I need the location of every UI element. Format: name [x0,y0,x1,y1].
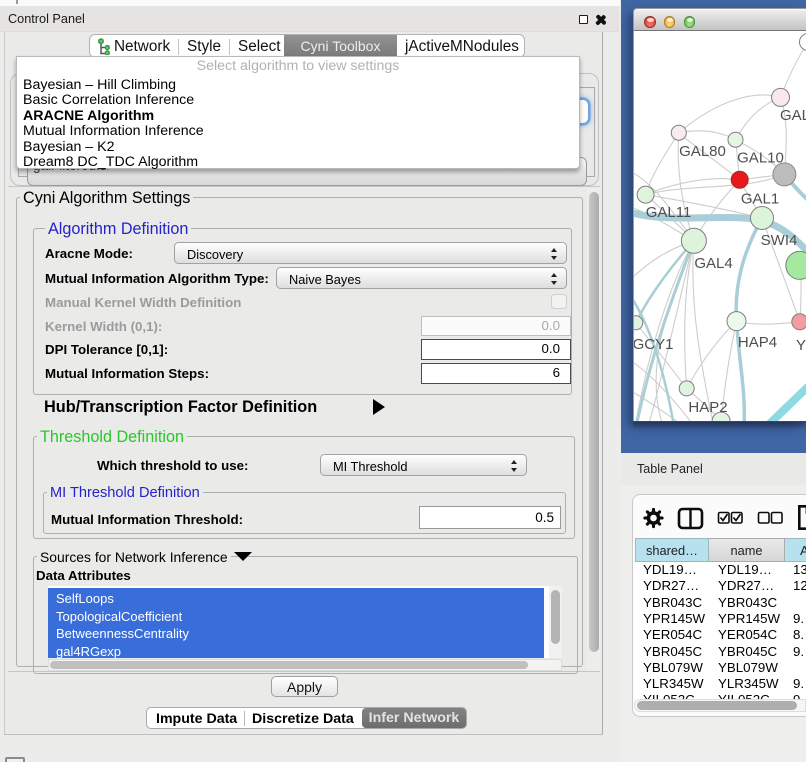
svg-text:Y: Y [796,337,806,354]
svg-text:GCY1: GCY1 [634,336,673,353]
svg-text:GAL4: GAL4 [694,255,732,272]
svg-text:HAP4: HAP4 [738,334,777,351]
svg-text:GAL1: GAL1 [741,191,779,208]
svg-text:SWI4: SWI4 [761,232,798,249]
svg-text:HAP2: HAP2 [688,399,727,416]
svg-text:GAL10: GAL10 [737,150,784,167]
svg-text:GAL11: GAL11 [646,204,692,221]
svg-text:GAL80: GAL80 [679,143,726,160]
svg-text:GAL7: GAL7 [780,107,806,124]
